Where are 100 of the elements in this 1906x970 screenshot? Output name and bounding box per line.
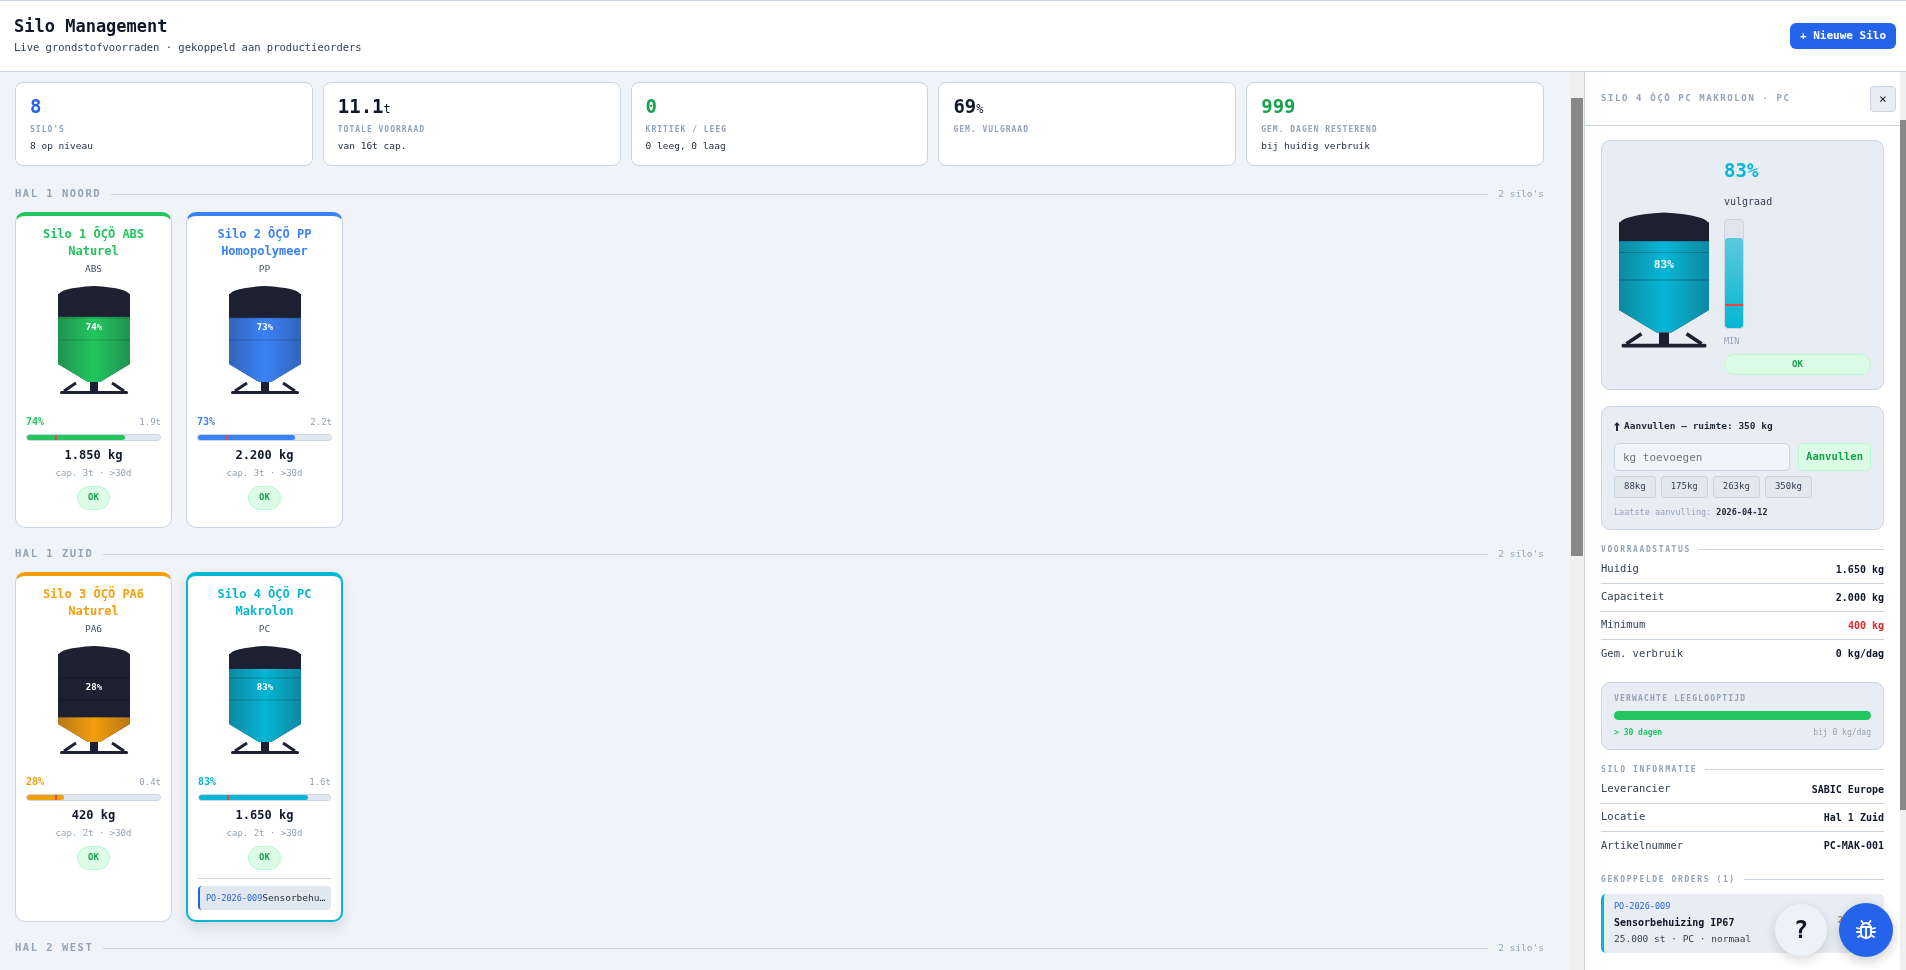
silo-card[interactable]: Silo 1 ÔÇÖ ABS Naturel ABS 74% 74% 1.9t 1.850 kg cap. 3t · >30d OK	[15, 212, 172, 528]
field-label: Leverancier	[1601, 781, 1671, 797]
preset-button[interactable]: 263kg	[1712, 476, 1760, 498]
field-label: Huidig	[1601, 561, 1639, 577]
order-product: Sensorbehuizing IP67	[1614, 916, 1735, 931]
fill-percent: 83%	[198, 775, 217, 790]
silo-card[interactable]: Silo 4 ÔÇÖ PC Makrolon PC 83% 83% 1.6t 1.650 kg cap. 2t · >30d OK PO-2026-009Sensorbehu…	[186, 572, 343, 922]
stat-label: GEM. VULGRAAD	[953, 123, 1030, 136]
new-silo-button[interactable]: + Nieuwe Silo	[1789, 22, 1896, 50]
stat-value: 69%	[953, 95, 985, 118]
material-label: ABS	[83, 262, 104, 276]
preset-button[interactable]: 88kg	[1614, 476, 1656, 498]
fill-caption: vulgraad	[1724, 195, 1773, 209]
bug-icon	[1854, 918, 1878, 942]
page-subtitle: Live grondstofvoorraden · gekoppeld aan productieorders	[14, 40, 362, 56]
status-badge: OK	[77, 486, 110, 510]
stock-tonnes: 1.9t	[139, 416, 161, 430]
section-title: HAL 2 WEST	[15, 940, 94, 956]
section-title: VOORRAADSTATUS	[1601, 543, 1691, 556]
stock-tonnes: 0.4t	[139, 776, 161, 790]
status-badge: OK	[248, 846, 281, 870]
silo-card[interactable]: Silo 2 ÔÇÖ PP Homopolymeer PP 73% 73% 2.2t 2.200 kg cap. 3t · >30d OK	[186, 212, 343, 528]
runout-note: bij 0 kg/dag	[1813, 726, 1871, 739]
order-product: Sensorbehu…	[262, 890, 326, 905]
stock-tonnes: 2.2t	[310, 416, 332, 430]
fill-percent: 83%	[1724, 161, 1759, 180]
status-badge: OK	[77, 846, 110, 870]
status-badge: OK	[1724, 353, 1871, 376]
field-value: 400 kg	[1847, 618, 1884, 633]
stat-note: van 16t cap.	[337, 138, 408, 153]
material-label: PP	[257, 262, 272, 276]
field-label: Locatie	[1601, 809, 1646, 825]
stat-note: 8 op niveau	[30, 138, 94, 153]
last-refill-note: Laatste aanvulling: 2026-04-12	[1614, 505, 1769, 519]
field-value: 1.650 kg	[1835, 562, 1884, 577]
order-meta: 25.000 st · PC · normaal	[1614, 932, 1752, 947]
silo-name: Silo 4 ÔÇÖ PC Makrolon	[216, 586, 313, 620]
stat-value: 8	[30, 95, 43, 118]
fill-percent: 73%	[256, 322, 273, 333]
page-title: Silo Management	[14, 15, 169, 37]
runout-title: VERWACHTE LEEGLOOPTIJD	[1614, 692, 1748, 705]
capacity-note: cap. 2t · >30d	[54, 826, 133, 840]
capacity-note: cap. 3t · >30d	[225, 466, 304, 480]
order-chip[interactable]: PO-2026-009Sensorbehu…	[198, 885, 331, 910]
scrollbar-thumb[interactable]	[1571, 98, 1583, 556]
field-value: SABIC Europe	[1811, 782, 1884, 797]
refill-title: Aanvullen — ruimte: 350 kg	[1624, 419, 1773, 433]
preset-button[interactable]: 175kg	[1660, 476, 1708, 498]
field-value: 2.000 kg	[1835, 590, 1884, 605]
stock-weight: 1.650 kg	[234, 806, 295, 824]
min-label: MIN	[1724, 335, 1740, 348]
field-label: Minimum	[1601, 617, 1646, 633]
silo-name: Silo 3 ÔÇÖ PA6 Naturel	[41, 586, 146, 620]
section-title: HAL 1 NOORD	[15, 186, 102, 202]
field-label: Artikelnummer	[1601, 837, 1684, 853]
scrollbar-thumb[interactable]	[1900, 120, 1906, 810]
material-label: PA6	[83, 622, 104, 636]
fill-percent: 74%	[85, 322, 102, 333]
fill-percent: 83%	[256, 682, 273, 693]
capacity-note: cap. 2t · >30d	[225, 826, 304, 840]
close-button[interactable]: ×	[1870, 85, 1896, 112]
fill-percent: 83%	[1653, 257, 1675, 271]
field-label: Capaciteit	[1601, 589, 1665, 605]
fill-percent: 74%	[26, 415, 45, 430]
field-label: Gem. verbruik	[1601, 645, 1684, 661]
stock-weight: 1.850 kg	[63, 446, 124, 464]
stock-weight: 420 kg	[70, 806, 117, 824]
field-value: Hal 1 Zuid	[1823, 810, 1884, 825]
panel-title: SILO 4 ÔÇÖ PC MAKROLON · PC	[1601, 91, 1791, 105]
section-title: HAL 1 ZUID	[15, 546, 94, 562]
stat-label: SILO'S	[30, 123, 66, 136]
preset-button[interactable]: 350kg	[1764, 476, 1812, 498]
fill-percent: 28%	[85, 682, 102, 693]
stock-tonnes: 1.6t	[309, 776, 331, 790]
stat-value: 999	[1261, 95, 1297, 118]
material-label: PC	[257, 622, 272, 636]
stat-note: bij huidig verbruik	[1261, 138, 1371, 153]
section-count: 2 silo's	[1498, 546, 1544, 561]
status-badge: OK	[248, 486, 281, 510]
capacity-note: cap. 3t · >30d	[54, 466, 133, 480]
stock-weight: 2.200 kg	[234, 446, 295, 464]
silo-card[interactable]: Silo 3 ÔÇÖ PA6 Naturel PA6 28% 28% 0.4t 420 kg cap. 2t · >30d OK	[15, 572, 172, 922]
field-value: 0 kg/dag	[1835, 647, 1884, 661]
arrow-up-icon	[1614, 421, 1620, 431]
runout-value: > 30 dagen	[1614, 726, 1663, 739]
stat-value: 0	[645, 95, 659, 118]
stat-label: KRITIEK / LEEG	[645, 123, 729, 136]
stat-label: TOTALE VOORRAAD	[337, 123, 427, 136]
order-number: PO-2026-009	[206, 891, 263, 905]
fill-percent: 28%	[26, 775, 45, 790]
section-count: 2 silo's	[1498, 940, 1544, 955]
stat-label: GEM. DAGEN RESTEREND	[1261, 123, 1379, 136]
section-title: SILO INFORMATIE	[1601, 763, 1698, 776]
stat-note: 0 leeg, 0 laag	[645, 138, 727, 153]
order-number: PO-2026-009	[1614, 899, 1671, 913]
stat-value: 11.1t	[337, 95, 392, 118]
section-count: 2 silo's	[1498, 186, 1544, 201]
field-value: PC-MAK-001	[1823, 839, 1884, 853]
section-title: GEKOPPELDE ORDERS (1)	[1601, 873, 1736, 886]
amount-input[interactable]: kg toevoegen	[1614, 443, 1791, 472]
